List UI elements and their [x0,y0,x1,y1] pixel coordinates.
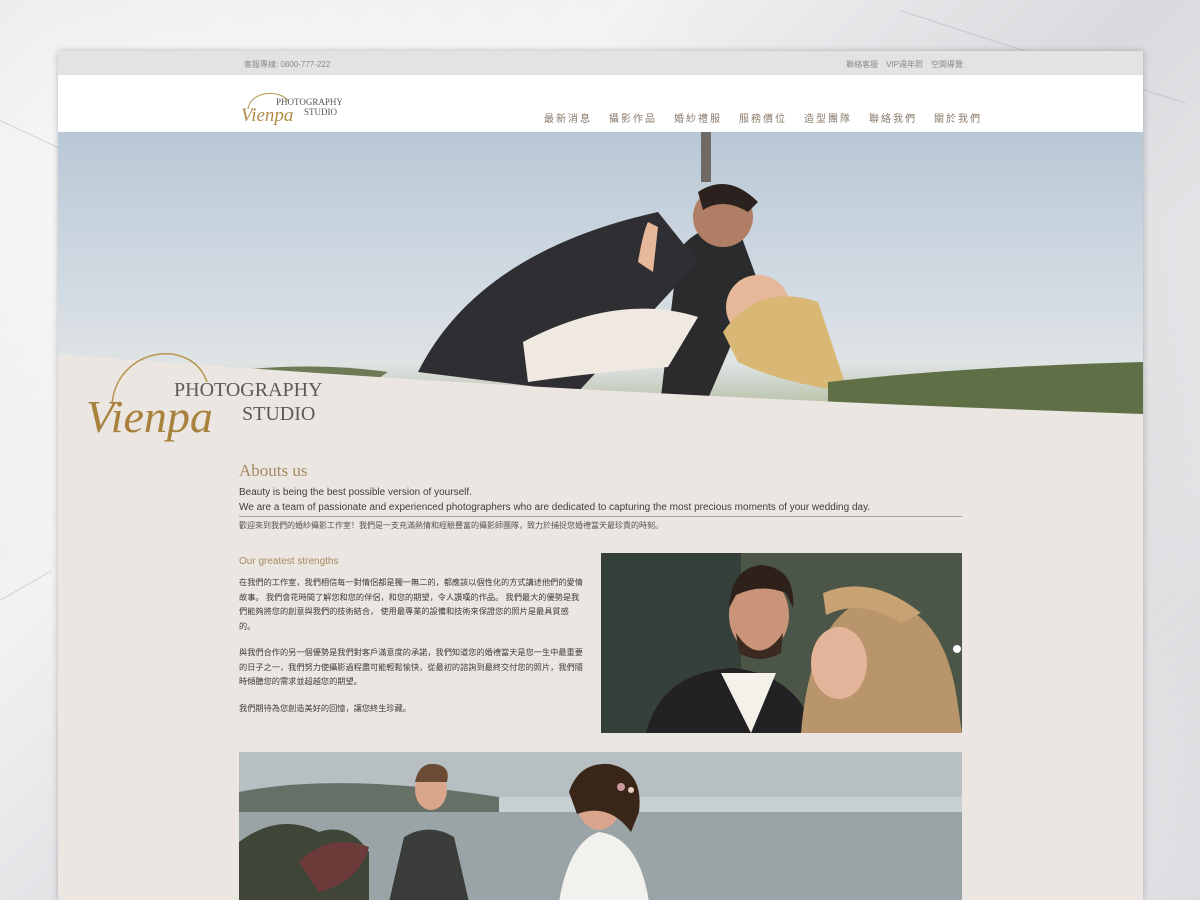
strengths-section: Our greatest strengths 在我們的工作室，我們相信每一對情侶… [239,556,584,716]
brand-logo-large: Vienpa PHOTOGRAPHY STUDIO [86,353,323,442]
logo-script: Vienpa [241,105,293,125]
nav-item-about[interactable]: 關於我們 [934,110,982,125]
slider-dot[interactable] [953,645,961,653]
website-mockup: 客服專線: 0800-777-222 聯絡客服 VIP週年照 空間導覽 Vien… [58,51,1143,900]
about-english: Beauty is being the best possible versio… [239,485,962,517]
nav-menu: 最新消息 攝影作品 婚紗禮服 服務價位 造型團隊 聯絡我們 關於我們 [544,110,982,125]
top-link-vip[interactable]: VIP週年照 [886,59,923,70]
nav-item-styling[interactable]: 造型團隊 [804,110,852,125]
about-section: Abouts us Beauty is being the best possi… [239,461,962,531]
couple-photo [601,553,962,733]
nav-item-contact[interactable]: 聯絡我們 [869,110,917,125]
couple-photo-illustration [601,553,962,733]
marble-vein [0,570,53,601]
about-chinese: 歡迎來到我們的婚紗攝影工作室！我們是一支充滿熱情和經驗豐富的攝影師團隊，致力於捕… [239,521,663,530]
main-navbar: Vienpa PHOTOGRAPHY STUDIO 最新消息 攝影作品 婚紗禮服… [58,75,1143,132]
strengths-paragraph-3: 我們期待為您創造美好的回憶，讓您終生珍藏。 [239,703,411,713]
strengths-paragraph-1: 在我們的工作室，我們相信每一對情侶都是獨一無二的，都應該以個性化的方式講述他們的… [239,578,583,631]
top-link-tour[interactable]: 空間導覽 [931,59,963,70]
top-links: 聯絡客服 VIP週年照 空間導覽 [846,59,963,70]
top-link-contact[interactable]: 聯絡客服 [846,59,878,70]
hotline-text: 客服專線: 0800-777-222 [244,60,331,69]
strengths-paragraph-2: 與我們合作的另一個優勢是我們對客戶滿意度的承諾，我們知道您的婚禮當天是您一生中最… [239,648,583,686]
couple-walking-photo [239,752,962,900]
top-utility-bar: 客服專線: 0800-777-222 聯絡客服 VIP週年照 空間導覽 [58,51,1143,75]
logo-line1: PHOTOGRAPHY [276,97,342,107]
nav-item-pricing[interactable]: 服務價位 [739,110,787,125]
nav-item-gowns[interactable]: 婚紗禮服 [674,110,722,125]
nav-item-works[interactable]: 攝影作品 [609,110,657,125]
logo-line2: STUDIO [304,107,337,117]
about-line2: We are a team of passionate and experien… [239,502,871,513]
strengths-title: Our greatest strengths [239,556,339,567]
nav-item-news[interactable]: 最新消息 [544,110,592,125]
about-title: Abouts us [239,461,308,480]
logo-large-line2: STUDIO [242,403,315,425]
logo-large-line1: PHOTOGRAPHY [174,379,323,401]
couple-walking-illustration [239,752,962,900]
about-line1: Beauty is being the best possible versio… [239,487,472,498]
logo-link[interactable]: Vienpa PHOTOGRAPHY STUDIO [240,87,342,125]
